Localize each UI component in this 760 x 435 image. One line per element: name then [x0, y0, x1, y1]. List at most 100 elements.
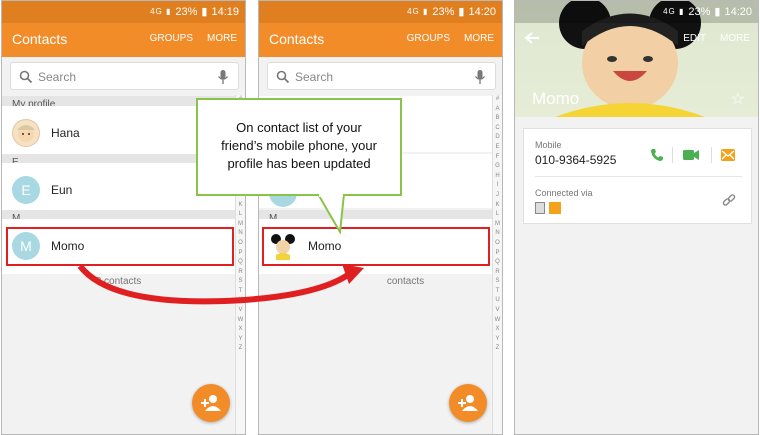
callout-line: On contact list of your — [236, 120, 362, 135]
index-letter[interactable]: E — [493, 143, 502, 153]
index-letter[interactable]: W — [493, 316, 502, 326]
status-bar: 4G ▮ 23% ▮ 14:20 — [515, 1, 758, 23]
index-letter[interactable]: Y — [493, 335, 502, 345]
callout-box: On contact list of your friend’s mobile … — [196, 98, 402, 196]
clock: 14:20 — [468, 5, 496, 18]
search-input[interactable]: Search — [267, 62, 496, 90]
battery-icon: ▮ — [714, 6, 721, 18]
more-button[interactable]: MORE — [720, 33, 750, 44]
more-button[interactable]: MORE — [207, 33, 237, 44]
contact-name: Eun — [51, 183, 73, 197]
phone-source-icon — [535, 202, 545, 214]
index-letter[interactable]: Q — [236, 258, 245, 268]
contact-name: Hana — [51, 126, 80, 140]
search-placeholder: Search — [295, 70, 334, 84]
index-letter[interactable]: # — [493, 95, 502, 105]
index-letter[interactable]: D — [493, 133, 502, 143]
search-icon — [276, 70, 290, 84]
index-letter[interactable]: O — [236, 239, 245, 249]
alphabet-index[interactable]: #ABCDEFGHIJKLMNOPQRSTUVWXYZ — [492, 95, 502, 434]
index-letter[interactable]: R — [493, 268, 502, 278]
index-letter[interactable]: W — [236, 316, 245, 326]
index-letter[interactable]: X — [236, 325, 245, 335]
contacts-count: 3 contacts — [95, 276, 142, 287]
index-letter[interactable]: T — [236, 287, 245, 297]
add-contact-button[interactable] — [192, 384, 230, 422]
index-letter[interactable]: N — [236, 229, 245, 239]
index-letter[interactable]: S — [236, 277, 245, 287]
index-letter[interactable]: U — [493, 296, 502, 306]
index-letter[interactable]: M — [493, 220, 502, 230]
clock: 14:20 — [724, 5, 752, 18]
groups-button[interactable]: GROUPS — [407, 33, 450, 44]
index-letter[interactable]: Y — [236, 335, 245, 345]
signal-icon: 4G ▮ — [150, 7, 172, 16]
app-bar: Contacts GROUPS MORE — [259, 23, 502, 57]
index-letter[interactable]: I — [493, 181, 502, 191]
phone-number[interactable]: 010-9364-5925 — [535, 153, 616, 167]
groups-button[interactable]: GROUPS — [150, 33, 193, 44]
app-bar: Contacts GROUPS MORE — [2, 23, 245, 57]
index-letter[interactable]: P — [493, 249, 502, 259]
add-contact-button[interactable] — [449, 384, 487, 422]
baby-photo-icon — [17, 125, 35, 142]
index-letter[interactable]: R — [236, 268, 245, 278]
index-letter[interactable]: T — [493, 287, 502, 297]
index-letter[interactable]: M — [236, 220, 245, 230]
battery-level: 23% — [688, 5, 711, 18]
index-letter[interactable]: K — [236, 201, 245, 211]
battery-level: 23% — [432, 5, 455, 18]
video-call-icon[interactable] — [683, 149, 699, 161]
index-letter[interactable]: K — [493, 201, 502, 211]
message-icon[interactable] — [721, 149, 735, 161]
index-letter[interactable]: A — [493, 105, 502, 115]
contact-name: Momo — [532, 89, 580, 108]
search-input[interactable]: Search — [10, 62, 239, 90]
index-letter[interactable]: Z — [493, 344, 502, 354]
index-letter[interactable]: X — [493, 325, 502, 335]
favorite-star-icon[interactable]: ☆ — [731, 89, 745, 109]
microphone-icon[interactable] — [474, 69, 486, 85]
index-letter[interactable]: U — [236, 296, 245, 306]
battery-level: 23% — [175, 5, 198, 18]
index-letter[interactable]: O — [493, 239, 502, 249]
index-letter[interactable]: J — [493, 191, 502, 201]
signal-icon: 4G ▮ — [407, 7, 429, 16]
index-letter[interactable]: B — [493, 114, 502, 124]
battery-icon: ▮ — [458, 6, 465, 18]
index-letter[interactable]: G — [493, 162, 502, 172]
index-letter[interactable]: C — [493, 124, 502, 134]
app-title: Contacts — [269, 31, 325, 47]
search-icon — [19, 70, 33, 84]
status-bar: 4G ▮ 23% ▮ 14:20 — [259, 1, 502, 23]
account-source-icon — [549, 202, 561, 214]
search-placeholder: Search — [38, 70, 77, 84]
add-person-icon — [458, 395, 478, 411]
edit-button[interactable]: EDIT — [683, 33, 706, 44]
contacts-count: contacts — [386, 276, 425, 287]
index-letter[interactable]: V — [493, 306, 502, 316]
index-letter[interactable]: H — [493, 172, 502, 182]
index-letter[interactable]: V — [236, 306, 245, 316]
index-letter[interactable]: F — [493, 153, 502, 163]
index-letter[interactable]: S — [493, 277, 502, 287]
callout-line: profile has been updated — [227, 156, 371, 171]
status-bar: 4G ▮ 23% ▮ 14:19 — [2, 1, 245, 23]
call-icon[interactable] — [650, 148, 664, 162]
index-letter[interactable]: L — [493, 210, 502, 220]
add-person-icon — [201, 395, 221, 411]
more-button[interactable]: MORE — [464, 33, 494, 44]
index-letter[interactable]: P — [236, 249, 245, 259]
contacts-screen-before: 4G ▮ 23% ▮ 14:19 Contacts GROUPS MORE Se… — [1, 0, 246, 435]
back-arrow-icon[interactable] — [524, 31, 540, 45]
signal-icon: 4G ▮ — [663, 7, 685, 16]
index-letter[interactable]: N — [493, 229, 502, 239]
index-letter[interactable]: L — [236, 210, 245, 220]
app-title: Contacts — [12, 31, 68, 47]
index-letter[interactable]: Z — [236, 344, 245, 354]
microphone-icon[interactable] — [217, 69, 229, 85]
index-letter[interactable]: Q — [493, 258, 502, 268]
callout-pointer — [318, 194, 345, 234]
link-icon[interactable] — [722, 194, 736, 208]
connected-via-label: Connected via — [535, 188, 593, 198]
